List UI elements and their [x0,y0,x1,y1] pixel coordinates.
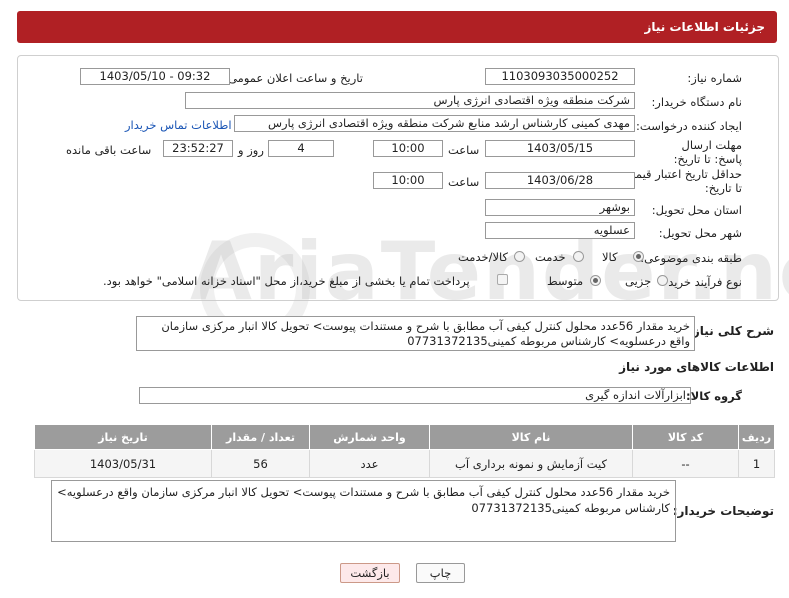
process-option-medium: متوسط [547,274,584,288]
treasury-checkbox[interactable] [497,274,508,285]
process-radio-medium[interactable] [590,275,601,286]
goods-table-header: ردیف کد کالا نام کالا واحد شمارش تعداد /… [34,424,775,450]
days-field[interactable]: 4 [268,140,334,157]
category-option-both: کالا/خدمت [458,250,509,264]
province-label: استان محل تحویل: [651,203,742,217]
contact-info-link[interactable]: اطلاعات تماس خریدار [125,118,232,132]
remaining-time-field[interactable]: 23:52:27 [163,140,233,157]
print-button[interactable]: چاپ [416,563,465,583]
cell-name: کیت آزمایش و نمونه برداری آب [429,449,633,478]
validity-label: حداقل تاریخ اعتبار قیمت: تا تاریخ: [620,167,742,195]
category-label: طبقه بندی موضوعی: [640,251,742,265]
description-field[interactable]: خرید مقدار 56عدد محلول کنترل کیفی آب مطا… [136,316,695,351]
announce-field[interactable]: 1403/05/10 - 09:32 [80,68,230,85]
category-option-service: خدمت [535,250,566,264]
buyer-org-label: نام دستگاه خریدار: [651,95,742,109]
col-name: نام کالا [429,424,633,450]
goods-table: ردیف کد کالا نام کالا واحد شمارش تعداد /… [34,424,775,478]
payment-note: پرداخت تمام یا بخشی از مبلغ خرید،از محل … [103,274,470,288]
deadline-time-label: ساعت [448,143,480,157]
page-title: جزئیات اطلاعات نیاز [644,20,765,34]
announce-label: تاریخ و ساعت اعلان عمومی: [224,71,363,85]
cell-unit: عدد [309,449,430,478]
goods-group-field[interactable]: ابزارآلات اندازه گیری [139,387,691,404]
city-label: شهر محل تحویل: [658,226,742,240]
category-radio-both[interactable] [514,251,525,262]
category-radio-goods[interactable] [633,251,644,262]
cell-code: -- [632,449,739,478]
cell-quantity: 56 [211,449,310,478]
category-radio-service[interactable] [573,251,584,262]
col-code: کد کالا [632,424,739,450]
validity-time-field[interactable]: 10:00 [373,172,443,189]
col-row: ردیف [738,424,775,450]
buyer-org-field[interactable]: شرکت منطقه ویژه اقتصادی انرژی پارس [185,92,635,109]
goods-group-label: گروه کالا: [686,389,742,403]
process-label: نوع فرآیند خرید : [660,275,742,289]
deadline-date-field[interactable]: 1403/05/15 [485,140,635,157]
validity-time-label: ساعت [448,175,480,189]
table-row[interactable]: 1 -- کیت آزمایش و نمونه برداری آب عدد 56… [34,449,775,478]
cell-date: 1403/05/31 [34,449,212,478]
page-header: جزئیات اطلاعات نیاز [17,11,777,43]
cell-row: 1 [738,449,775,478]
col-unit: واحد شمارش [309,424,430,450]
process-option-minor: جزیی [625,274,652,288]
col-quantity: تعداد / مقدار [211,424,310,450]
goods-section-title: اطلاعات کالاهای مورد نیاز [619,360,774,374]
city-field[interactable]: عسلویه [485,222,635,239]
process-radio-minor[interactable] [657,275,668,286]
buyer-notes-label: توضیحات خریدار: [672,504,774,518]
requester-label: ایجاد کننده درخواست: [636,119,742,133]
back-button[interactable]: بازگشت [340,563,400,583]
remaining-label: ساعت باقی مانده [66,143,152,157]
buyer-notes-field[interactable]: خرید مقدار 56عدد محلول کنترل کیفی آب مطا… [51,480,676,542]
description-label: شرح کلی نیاز: [688,324,774,338]
deadline-label: مهلت ارسال پاسخ: تا تاریخ: [673,138,742,166]
need-number-field[interactable]: 1103093035000252 [485,68,635,85]
days-label: روز و [238,143,264,157]
need-number-label: شماره نیاز: [687,71,742,85]
category-option-goods: کالا [602,250,618,264]
validity-date-field[interactable]: 1403/06/28 [485,172,635,189]
deadline-time-field[interactable]: 10:00 [373,140,443,157]
province-field[interactable]: بوشهر [485,199,635,216]
col-date: تاریخ نیاز [34,424,212,450]
requester-field[interactable]: مهدی کمینی کارشناس ارشد منابع شرکت منطقه… [234,115,635,132]
